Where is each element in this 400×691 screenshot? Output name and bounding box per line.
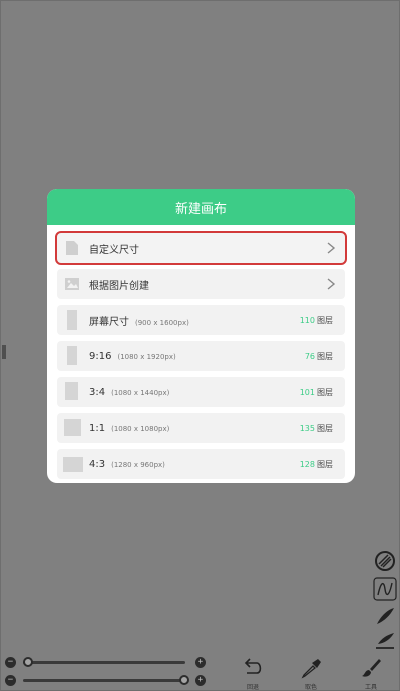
dialog-title: 新建画布 xyxy=(47,189,355,225)
tools-label: 工具 xyxy=(364,684,377,691)
eyedropper-icon xyxy=(301,659,321,679)
undo-button[interactable]: 回退 xyxy=(233,655,273,691)
texture-brush-button[interactable] xyxy=(373,549,397,573)
canvas-option-list[interactable]: 自定义尺寸 根据图片创建 屏幕尺寸 (900 x 1600px) 110 图层 9… xyxy=(47,225,355,483)
chevron-right-icon xyxy=(327,278,336,290)
increase-size-button[interactable]: + xyxy=(195,657,206,668)
image-icon xyxy=(65,278,79,290)
eraser-button[interactable] xyxy=(373,629,397,653)
option-9-16[interactable]: 9:16 (1080 x 1920px) 76 图层 xyxy=(57,341,345,371)
portrait-thumb xyxy=(67,346,77,365)
layer-count: 101 xyxy=(299,387,315,397)
pen-stroke-button[interactable] xyxy=(373,577,397,601)
option-dimensions: (1280 x 960px) xyxy=(111,460,165,469)
layer-unit: 图层 xyxy=(317,315,333,325)
color-picker-button[interactable]: 取色 xyxy=(291,655,331,691)
option-1-1[interactable]: 1:1 (1080 x 1080px) 135 图层 xyxy=(57,413,345,443)
brush-sliders: − + − + xyxy=(1,651,211,689)
layer-unit: 图层 xyxy=(317,459,333,469)
decrease-size-button[interactable]: − xyxy=(5,657,16,668)
layer-count: 135 xyxy=(299,423,315,433)
layer-count: 110 xyxy=(299,315,315,325)
option-label: 4:3 xyxy=(89,458,106,470)
option-dimensions: (1080 x 1440px) xyxy=(111,388,170,397)
layer-count: 128 xyxy=(299,459,315,469)
brush-tip-button[interactable] xyxy=(373,604,397,628)
option-3-4[interactable]: 3:4 (1080 x 1440px) 101 图层 xyxy=(57,377,345,407)
undo-icon xyxy=(244,658,262,674)
eraser-icon xyxy=(376,633,394,649)
option-dimensions: (900 x 1600px) xyxy=(135,318,189,327)
chevron-right-icon xyxy=(327,242,336,254)
new-canvas-dialog: 新建画布 自定义尺寸 根据图片创建 屏幕尺寸 (900 x 1600px) 110… xyxy=(47,189,355,483)
option-label: 3:4 xyxy=(89,386,106,398)
increase-opacity-button[interactable]: + xyxy=(195,675,206,686)
option-4-3[interactable]: 4:3 (1280 x 960px) 128 图层 xyxy=(57,449,345,479)
slider-knob[interactable] xyxy=(179,675,189,685)
color-picker-label: 取色 xyxy=(304,684,317,691)
option-label: 9:16 xyxy=(89,350,112,362)
option-label: 屏幕尺寸 xyxy=(89,316,129,328)
option-label: 自定义尺寸 xyxy=(89,244,139,256)
undo-label: 回退 xyxy=(246,684,259,691)
option-label: 根据图片创建 xyxy=(89,280,149,292)
stroke-curve-icon xyxy=(373,577,397,601)
slider-track[interactable] xyxy=(23,679,185,682)
brush-size-slider[interactable]: − + xyxy=(1,655,211,671)
option-dimensions: (1080 x 1920px) xyxy=(117,352,176,361)
option-custom-size[interactable]: 自定义尺寸 xyxy=(55,231,347,265)
portrait-thumb xyxy=(65,382,78,400)
option-from-image[interactable]: 根据图片创建 xyxy=(57,269,345,299)
option-screen-size[interactable]: 屏幕尺寸 (900 x 1600px) 110 图层 xyxy=(57,305,345,335)
option-label: 1:1 xyxy=(89,422,106,434)
paintbrush-icon xyxy=(362,659,381,677)
layer-unit: 图层 xyxy=(317,387,333,397)
brush-opacity-slider[interactable]: − + xyxy=(1,673,211,689)
edge-drawer-handle[interactable] xyxy=(2,345,6,359)
layer-unit: 图层 xyxy=(317,423,333,433)
option-dimensions: (1080 x 1080px) xyxy=(111,424,170,433)
square-thumb xyxy=(64,419,81,436)
document-icon xyxy=(66,241,78,255)
hatched-circle-icon xyxy=(375,551,395,571)
layer-count: 76 xyxy=(304,351,315,361)
tools-button[interactable]: 工具 xyxy=(351,655,391,691)
brush-tip-icon xyxy=(377,608,394,624)
decrease-opacity-button[interactable]: − xyxy=(5,675,16,686)
landscape-thumb xyxy=(63,457,83,472)
layer-unit: 图层 xyxy=(317,351,333,361)
slider-track[interactable] xyxy=(23,661,185,664)
slider-knob[interactable] xyxy=(23,657,33,667)
portrait-thumb xyxy=(67,310,77,330)
